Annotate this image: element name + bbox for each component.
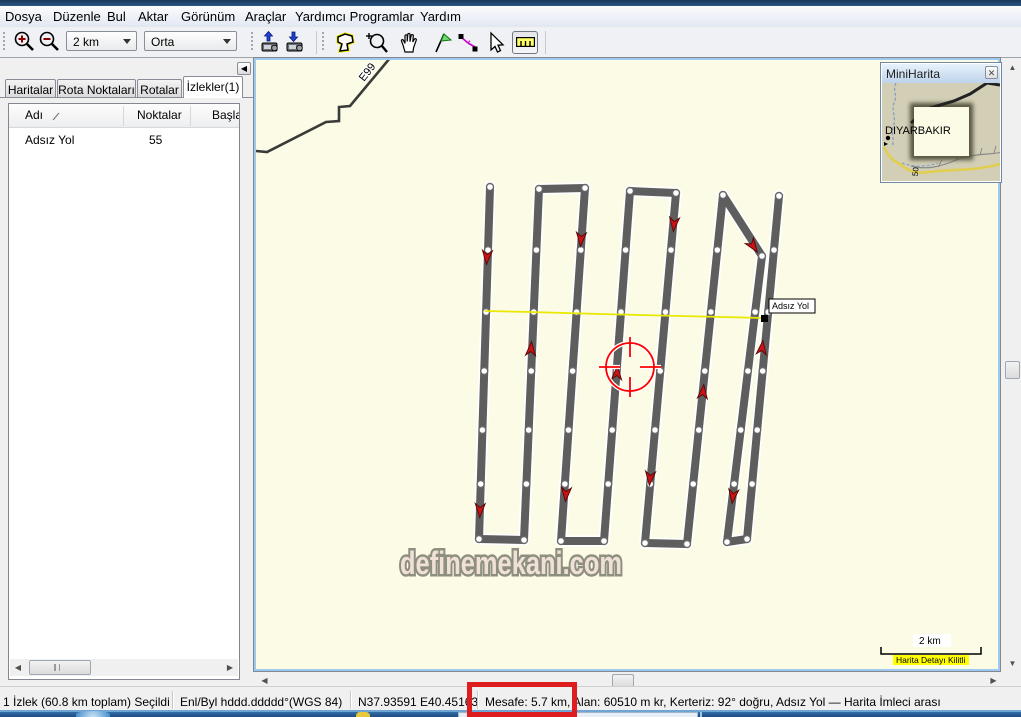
svg-text:2 km: 2 km (919, 636, 941, 647)
svg-text:50: 50 (911, 166, 921, 176)
svg-text:definemekani.com: definemekani.com (400, 545, 622, 581)
svg-text:Harita Detayı Kilitli: Harita Detayı Kilitli (896, 655, 966, 665)
svg-text:Adsız Yol: Adsız Yol (772, 301, 809, 311)
svg-text:E99: E99 (357, 61, 379, 84)
svg-text:DIYARBAKIR: DIYARBAKIR (885, 125, 951, 137)
